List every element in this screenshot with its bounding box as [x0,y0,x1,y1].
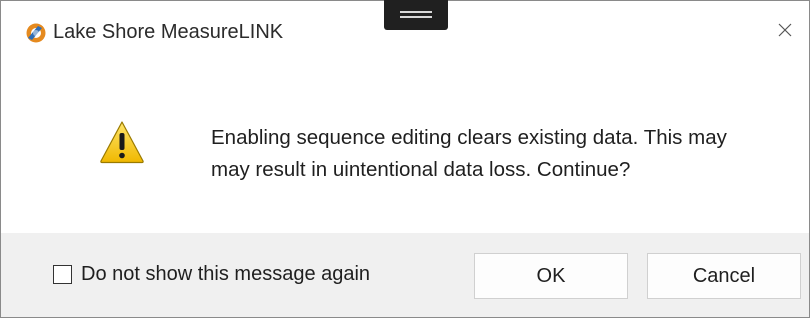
warning-icon [99,120,145,164]
dialog-message: Enabling sequence editing clears existin… [211,122,771,186]
ok-button[interactable]: OK [474,253,628,299]
do-not-show-again-label[interactable]: Do not show this message again [81,263,370,286]
dialog-footer: Do not show this message again OK Cancel [1,233,809,317]
message-line-2: may result in uintentional data loss. Co… [211,158,631,181]
message-dialog: Lake Shore MeasureLINK Enabling sequence… [0,0,810,318]
title-bar[interactable]: Lake Shore MeasureLINK [1,1,809,67]
window-title: Lake Shore MeasureLINK [53,21,284,43]
dialog-content: Enabling sequence editing clears existin… [1,67,809,233]
do-not-show-again-checkbox[interactable] [53,265,72,284]
measurelink-app-icon [25,22,47,44]
close-icon [778,23,792,37]
do-not-show-again-option[interactable]: Do not show this message again [53,263,370,286]
message-line-1: Enabling sequence editing clears existin… [211,126,727,149]
cancel-button[interactable]: Cancel [647,253,801,299]
close-button[interactable] [761,7,809,53]
